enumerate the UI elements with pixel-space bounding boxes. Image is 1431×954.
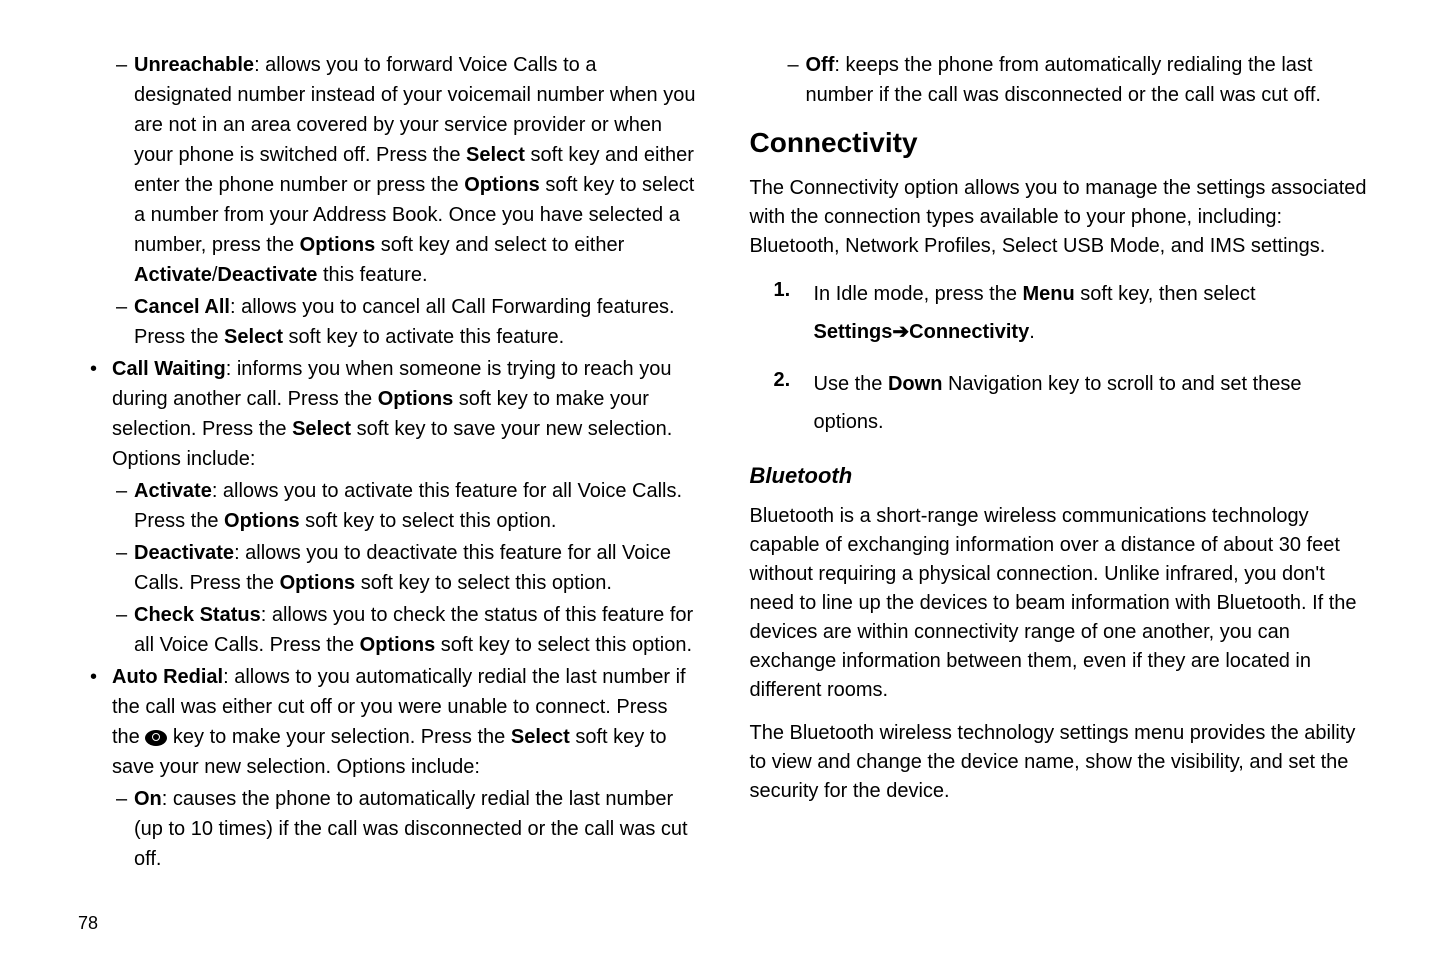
list-item-cancel-all: – Cancel All: allows you to cancel all C… [116, 292, 700, 352]
label-options: Options [224, 510, 300, 532]
label-options: Options [360, 634, 436, 656]
bullet-marker: • [90, 662, 112, 782]
label-select: Select [292, 418, 351, 440]
label-activate: Activate [134, 264, 212, 286]
list-item-content: Unreachable: allows you to forward Voice… [134, 50, 700, 290]
text: this feature. [317, 264, 427, 286]
text: soft key to activate this feature. [283, 326, 564, 348]
document-page: – Unreachable: allows you to forward Voi… [0, 0, 1431, 954]
text: : causes the phone to automatically redi… [134, 788, 688, 870]
label-select: Select [511, 726, 570, 748]
label-settings: Settings [814, 321, 893, 343]
list-item-auto-redial: • Auto Redial: allows to you automatical… [90, 662, 700, 782]
list-item-unreachable: – Unreachable: allows you to forward Voi… [116, 50, 700, 290]
dash-marker: – [116, 50, 134, 290]
bullet-marker: • [90, 354, 112, 474]
step-number: 2. [774, 365, 814, 441]
step-number: 1. [774, 275, 814, 351]
label-options: Options [280, 572, 356, 594]
label-unreachable: Unreachable [134, 54, 254, 76]
label-deactivate: Deactivate [134, 542, 234, 564]
label-auto-redial: Auto Redial [112, 666, 223, 688]
dash-marker: – [116, 784, 134, 874]
text: soft key to select this option. [300, 510, 557, 532]
text: : keeps the phone from automatically red… [806, 54, 1321, 106]
text: soft key to select this option. [355, 572, 612, 594]
list-item-content: Auto Redial: allows to you automatically… [112, 662, 700, 782]
period: . [1029, 321, 1035, 343]
label-select: Select [466, 144, 525, 166]
arrow-icon: ➔ [892, 313, 909, 351]
text: soft key and select to either [375, 234, 624, 256]
list-item-on: – On: causes the phone to automatically … [116, 784, 700, 874]
label-check-status: Check Status [134, 604, 261, 626]
list-item-deactivate: – Deactivate: allows you to deactivate t… [116, 538, 700, 598]
list-item-content: Activate: allows you to activate this fe… [134, 476, 700, 536]
list-item-content: Off: keeps the phone from automatically … [806, 50, 1372, 110]
heading-connectivity: Connectivity [750, 122, 1372, 164]
list-item-off: – Off: keeps the phone from automaticall… [788, 50, 1372, 110]
list-item-content: Check Status: allows you to check the st… [134, 600, 700, 660]
right-column: – Off: keeps the phone from automaticall… [750, 50, 1372, 893]
list-item-content: Call Waiting: informs you when someone i… [112, 354, 700, 474]
label-off: Off [806, 54, 835, 76]
list-item-activate: – Activate: allows you to activate this … [116, 476, 700, 536]
para-bluetooth-1: Bluetooth is a short-range wireless comm… [750, 502, 1372, 705]
label-down: Down [888, 373, 942, 395]
left-column: – Unreachable: allows you to forward Voi… [78, 50, 700, 893]
para-connectivity: The Connectivity option allows you to ma… [750, 174, 1372, 261]
text: key to make your selection. Press the [167, 726, 511, 748]
label-options: Options [300, 234, 376, 256]
text: soft key to select this option. [435, 634, 692, 656]
label-cancel-all: Cancel All [134, 296, 230, 318]
page-number: 78 [78, 913, 1371, 934]
text: In Idle mode, press the [814, 283, 1023, 305]
label-connectivity: Connectivity [909, 321, 1029, 343]
ok-key-icon [145, 730, 167, 746]
heading-bluetooth: Bluetooth [750, 459, 1372, 492]
dash-marker: – [116, 476, 134, 536]
list-item-content: Deactivate: allows you to deactivate thi… [134, 538, 700, 598]
step-1: 1. In Idle mode, press the Menu soft key… [774, 275, 1372, 351]
label-on: On [134, 788, 162, 810]
list-item-check-status: – Check Status: allows you to check the … [116, 600, 700, 660]
label-options: Options [464, 174, 540, 196]
step-2: 2. Use the Down Navigation key to scroll… [774, 365, 1372, 441]
dash-marker: – [116, 600, 134, 660]
dash-marker: – [116, 292, 134, 352]
label-activate: Activate [134, 480, 212, 502]
columns-container: – Unreachable: allows you to forward Voi… [78, 50, 1371, 893]
step-content: In Idle mode, press the Menu soft key, t… [814, 275, 1372, 351]
para-bluetooth-2: The Bluetooth wireless technology settin… [750, 719, 1372, 806]
step-content: Use the Down Navigation key to scroll to… [814, 365, 1372, 441]
label-select: Select [224, 326, 283, 348]
dash-marker: – [116, 538, 134, 598]
list-item-content: Cancel All: allows you to cancel all Cal… [134, 292, 700, 352]
label-menu: Menu [1023, 283, 1075, 305]
label-options: Options [378, 388, 454, 410]
label-deactivate: Deactivate [217, 264, 317, 286]
list-item-content: On: causes the phone to automatically re… [134, 784, 700, 874]
dash-marker: – [788, 50, 806, 110]
text: Use the [814, 373, 888, 395]
text: soft key, then select [1075, 283, 1256, 305]
label-call-waiting: Call Waiting [112, 358, 226, 380]
list-item-call-waiting: • Call Waiting: informs you when someone… [90, 354, 700, 474]
